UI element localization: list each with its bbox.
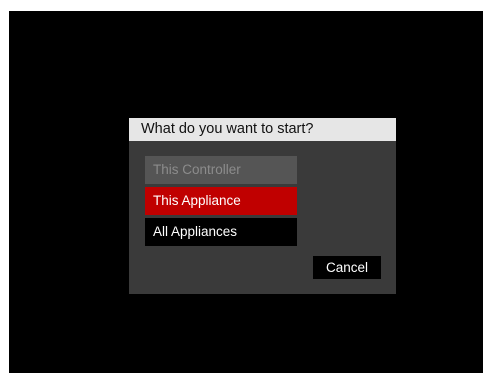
option-this-appliance[interactable]: This Appliance xyxy=(145,187,297,215)
device-screen: What do you want to start? This Controll… xyxy=(9,11,483,373)
dialog-title: What do you want to start? xyxy=(129,118,396,141)
cancel-button[interactable]: Cancel xyxy=(313,256,381,279)
start-dialog: What do you want to start? This Controll… xyxy=(129,118,396,294)
option-all-appliances[interactable]: All Appliances xyxy=(145,218,297,246)
option-this-controller: This Controller xyxy=(145,156,297,184)
